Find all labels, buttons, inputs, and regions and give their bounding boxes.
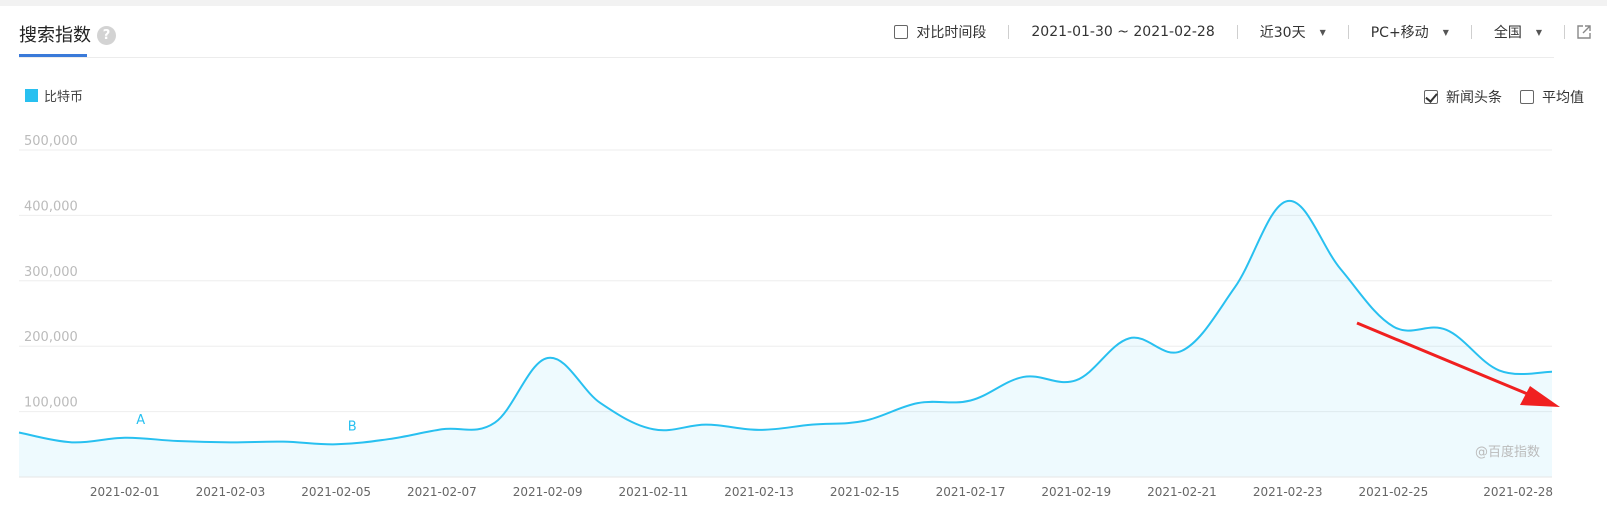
y-tick-label: 500,000 bbox=[24, 134, 78, 149]
x-tick-label: 2021-02-11 bbox=[618, 485, 688, 499]
watermark: @百度指数 bbox=[1475, 444, 1540, 460]
y-tick-label: 400,000 bbox=[24, 199, 78, 214]
x-tick-label: 2021-02-23 bbox=[1253, 485, 1323, 499]
data-point[interactable] bbox=[1125, 334, 1133, 342]
news-annotation-a[interactable]: A bbox=[136, 413, 145, 428]
annotations: AB bbox=[136, 413, 356, 435]
data-point[interactable] bbox=[279, 438, 287, 446]
x-tick-label: 2021-02-09 bbox=[513, 485, 583, 499]
data-point[interactable] bbox=[1495, 366, 1503, 374]
y-tick-label: 100,000 bbox=[24, 396, 78, 411]
data-point[interactable] bbox=[1548, 368, 1556, 376]
search-index-chart[interactable]: 100,000 200,000 300,000 400,000 500,000 2021… bbox=[0, 0, 1607, 516]
data-point[interactable] bbox=[226, 438, 234, 446]
data-point[interactable] bbox=[702, 421, 710, 429]
data-point[interactable] bbox=[491, 419, 499, 427]
data-point[interactable] bbox=[1389, 323, 1397, 331]
data-point[interactable] bbox=[385, 435, 393, 443]
x-tick-label: 2021-02-17 bbox=[936, 485, 1006, 499]
y-tick-label: 300,000 bbox=[24, 265, 78, 280]
data-point[interactable] bbox=[438, 425, 446, 433]
data-point[interactable] bbox=[1284, 197, 1292, 205]
x-tick-label: 2021-02-25 bbox=[1359, 485, 1429, 499]
x-tick-label: 2021-02-19 bbox=[1041, 485, 1111, 499]
y-tick-label: 200,000 bbox=[24, 330, 78, 345]
data-point[interactable] bbox=[121, 434, 129, 442]
data-point[interactable] bbox=[649, 425, 657, 433]
x-tick-label: 2021-02-03 bbox=[196, 485, 266, 499]
x-tick-label: 2021-02-13 bbox=[724, 485, 794, 499]
x-tick-label: 2021-02-01 bbox=[90, 485, 160, 499]
data-point[interactable] bbox=[1019, 373, 1027, 381]
x-tick-label: 2021-02-28 bbox=[1483, 485, 1553, 499]
data-point[interactable] bbox=[1072, 376, 1080, 384]
x-tick-label: 2021-02-15 bbox=[830, 485, 900, 499]
data-point[interactable] bbox=[914, 399, 922, 407]
news-annotation-b[interactable]: B bbox=[348, 419, 357, 434]
x-axis-ticks: 2021-02-01 2021-02-03 2021-02-05 2021-02-07… bbox=[90, 485, 1553, 499]
data-point[interactable] bbox=[1442, 326, 1450, 334]
data-point[interactable] bbox=[967, 396, 975, 404]
y-axis-ticks: 100,000 200,000 300,000 400,000 500,000 bbox=[24, 134, 78, 411]
data-point[interactable] bbox=[1231, 283, 1239, 291]
data-point[interactable] bbox=[808, 421, 816, 429]
data-point[interactable] bbox=[755, 426, 763, 434]
series-area bbox=[19, 200, 1552, 478]
data-point[interactable] bbox=[1178, 347, 1186, 355]
data-point[interactable] bbox=[596, 399, 604, 407]
x-tick-label: 2021-02-05 bbox=[301, 485, 371, 499]
data-point[interactable] bbox=[15, 429, 23, 437]
data-point[interactable] bbox=[68, 438, 76, 446]
data-point[interactable] bbox=[861, 417, 869, 425]
data-point[interactable] bbox=[174, 437, 182, 445]
data-point[interactable] bbox=[1337, 265, 1345, 273]
x-tick-label: 2021-02-21 bbox=[1147, 485, 1217, 499]
data-point[interactable] bbox=[544, 354, 552, 362]
data-point[interactable] bbox=[332, 440, 340, 448]
x-tick-label: 2021-02-07 bbox=[407, 485, 477, 499]
